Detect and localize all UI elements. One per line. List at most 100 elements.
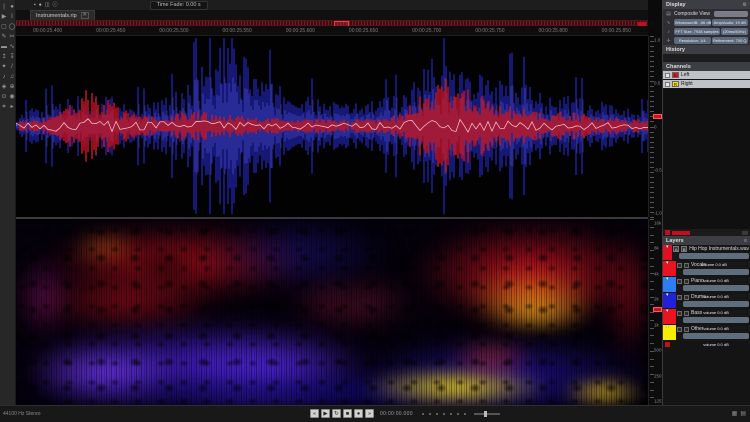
hand-tool-icon[interactable]: ◈ (0, 82, 8, 92)
fft-window-button[interactable]: (20ms/50Hz) (721, 28, 748, 35)
scissors-tool-icon[interactable]: ✂ (8, 32, 16, 42)
slider-thumb[interactable] (484, 411, 487, 417)
layer-color-swatch[interactable]: ▾ (663, 325, 676, 340)
audition-tool-icon[interactable]: ◉ (8, 92, 16, 102)
frequency-ruler[interactable]: 16k8k4k2k1k500250125 (648, 219, 662, 405)
spectrum-icon[interactable]: ∿ (665, 20, 672, 26)
channel-checkbox[interactable] (665, 82, 670, 87)
waveform-view[interactable] (16, 36, 648, 217)
tab-instrumentals[interactable]: Instrumentals.rip ✕ (30, 10, 95, 20)
channel-label: Left (681, 72, 689, 78)
layer-mute-checkbox[interactable] (677, 263, 682, 268)
layer-row-vocals[interactable]: ▾ Vocals volume 0.0 dB (663, 261, 750, 276)
layer-color-swatch[interactable]: ▾ (663, 277, 676, 292)
refinement-button[interactable]: Refinement: 700 Q (712, 37, 749, 44)
record-dot-icon[interactable]: ● (39, 1, 42, 9)
layer-row-drums[interactable]: ▾ Drums volume 0.0 dB (663, 293, 750, 308)
marquee-tool-icon[interactable]: ▢ (0, 22, 8, 32)
layer-solo-checkbox[interactable] (684, 295, 689, 300)
layers-scroll-strip[interactable] (663, 229, 750, 236)
note-icon[interactable]: ♪ (665, 29, 672, 35)
windows-db-button[interactable]: Windows/dB: -96 dB (674, 19, 711, 26)
file-volume-slider[interactable]: volume 0.0 dB (679, 253, 749, 259)
channel-checkbox[interactable] (665, 73, 670, 78)
play-button[interactable]: ▶ (321, 409, 330, 418)
time-fade-control[interactable]: Time Fade: 0.00 s (150, 1, 208, 10)
grid-view-icon[interactable]: ▦ (732, 410, 738, 417)
forward-button[interactable]: » (365, 409, 374, 418)
layer-color-swatch[interactable]: ▾ (663, 309, 676, 324)
gear-icon[interactable]: ⚙ (743, 2, 747, 8)
rewind-button[interactable]: « (310, 409, 319, 418)
resolution-button[interactable]: Resolution: 1/4 (674, 37, 711, 44)
time-label: 00:00:25.400 (33, 28, 62, 34)
chord-tool-icon[interactable]: ♫ (8, 72, 16, 82)
layer-color-swatch[interactable]: ▾ (663, 261, 676, 276)
app-menu-icon[interactable]: ▪ (34, 1, 36, 9)
split-view-icon[interactable]: ◫ (45, 1, 50, 9)
history-list[interactable] (663, 54, 750, 62)
layer-row-other[interactable]: ▾ Other volume 0.0 dB (663, 325, 750, 340)
layer-row-bass[interactable]: ▾ Bass volume 0.0 dB (663, 309, 750, 324)
lasso-tool-icon[interactable]: ◯ (8, 22, 16, 32)
stop-button[interactable]: ■ (343, 409, 352, 418)
scroll-thumb[interactable] (742, 231, 748, 235)
grid-tool-icon[interactable]: ⌗ (0, 102, 8, 112)
file-color-swatch[interactable]: ▾ (663, 245, 672, 260)
tab-close-icon[interactable]: ✕ (81, 12, 89, 19)
layer-solo-checkbox[interactable] (684, 311, 689, 316)
shift-up-tool-icon[interactable]: ↥ (0, 52, 8, 62)
time-label: 00:00:25.450 (96, 28, 125, 34)
channel-row-right[interactable]: R Right (663, 80, 750, 88)
layer-mute-checkbox[interactable] (677, 311, 682, 316)
pencil-tool-icon[interactable]: ✎ (0, 32, 8, 42)
layer-volume-slider[interactable]: volume 0.0 dB (683, 333, 749, 339)
transport-controls: «▶↻■●»00:00:00.000 (310, 409, 500, 418)
fft-size-button[interactable]: FFT Size: 7938 samples (674, 28, 720, 35)
timeline-ruler[interactable]: 00:00:25.400 00:00:25.450 00:00:25.500 0… (16, 26, 648, 36)
shift-down-tool-icon[interactable]: ↧ (8, 52, 16, 62)
loop-button[interactable]: ↻ (332, 409, 341, 418)
source-file-row[interactable]: ▾ A B Hip Hop Instrumentals.wav volume 0… (663, 245, 750, 260)
note-tool-icon[interactable]: ♪ (0, 72, 8, 82)
layer-mute-checkbox[interactable] (677, 295, 682, 300)
layer-solo-checkbox[interactable] (684, 263, 689, 268)
layer-mute-checkbox[interactable] (677, 279, 682, 284)
line-tool-icon[interactable]: | (0, 2, 8, 12)
list-view-icon[interactable]: ▤ (740, 410, 746, 417)
channel-row-left[interactable]: L Left (663, 71, 750, 79)
layer-row-piano[interactable]: ▾ Piano volume 0.0 dB (663, 277, 750, 292)
toggle-a-button[interactable]: A (673, 246, 679, 252)
text-tool-icon[interactable]: I (8, 12, 16, 22)
layer-volume-slider[interactable]: volume 0.0 dB (683, 317, 749, 323)
spectrogram-view[interactable] (16, 219, 648, 405)
amp-audio-button[interactable]: Amp/Audio: 19 dB (712, 19, 749, 26)
layer-solo-checkbox[interactable] (684, 327, 689, 332)
toggle-b-button[interactable]: B (681, 246, 687, 252)
layer-volume-slider[interactable]: volume 0.0 dB (683, 301, 749, 307)
monitor-icon[interactable]: ▤ (665, 11, 672, 17)
amplitude-ruler[interactable]: 1.00.50-0.5-1.0 (648, 36, 662, 217)
info-icon[interactable]: ⓘ (53, 1, 58, 9)
playback-speed-slider[interactable] (474, 413, 500, 415)
ruler-handle[interactable] (653, 307, 662, 312)
eraser-tool-icon[interactable]: ▬ (0, 42, 8, 52)
menu-icon[interactable]: ≡ (744, 238, 747, 244)
brush-tool-icon[interactable]: ✦ (0, 62, 8, 72)
view-mode-dropdown[interactable] (714, 11, 748, 17)
layer-volume-slider[interactable]: volume 0.0 dB (683, 285, 749, 291)
layer-volume-slider[interactable]: volume 0.0 dB (683, 269, 749, 275)
tuning-icon[interactable]: ✛ (665, 38, 672, 44)
record-button[interactable]: ● (354, 409, 363, 418)
slope-tool-icon[interactable]: / (8, 62, 16, 72)
zoom-tool-icon[interactable]: ⊕ (8, 82, 16, 92)
cursor-tool-icon[interactable]: ▶ (0, 12, 8, 22)
point-tool-icon[interactable]: ● (8, 2, 16, 12)
play-tool-icon[interactable]: ▸ (8, 102, 16, 112)
focus-tool-icon[interactable]: ⊙ (0, 92, 8, 102)
layer-mute-checkbox[interactable] (677, 327, 682, 332)
layer-color-swatch[interactable]: ▾ (663, 293, 676, 308)
layer-solo-checkbox[interactable] (684, 279, 689, 284)
wave-tool-icon[interactable]: ∿ (8, 42, 16, 52)
ruler-handle[interactable] (653, 114, 662, 119)
